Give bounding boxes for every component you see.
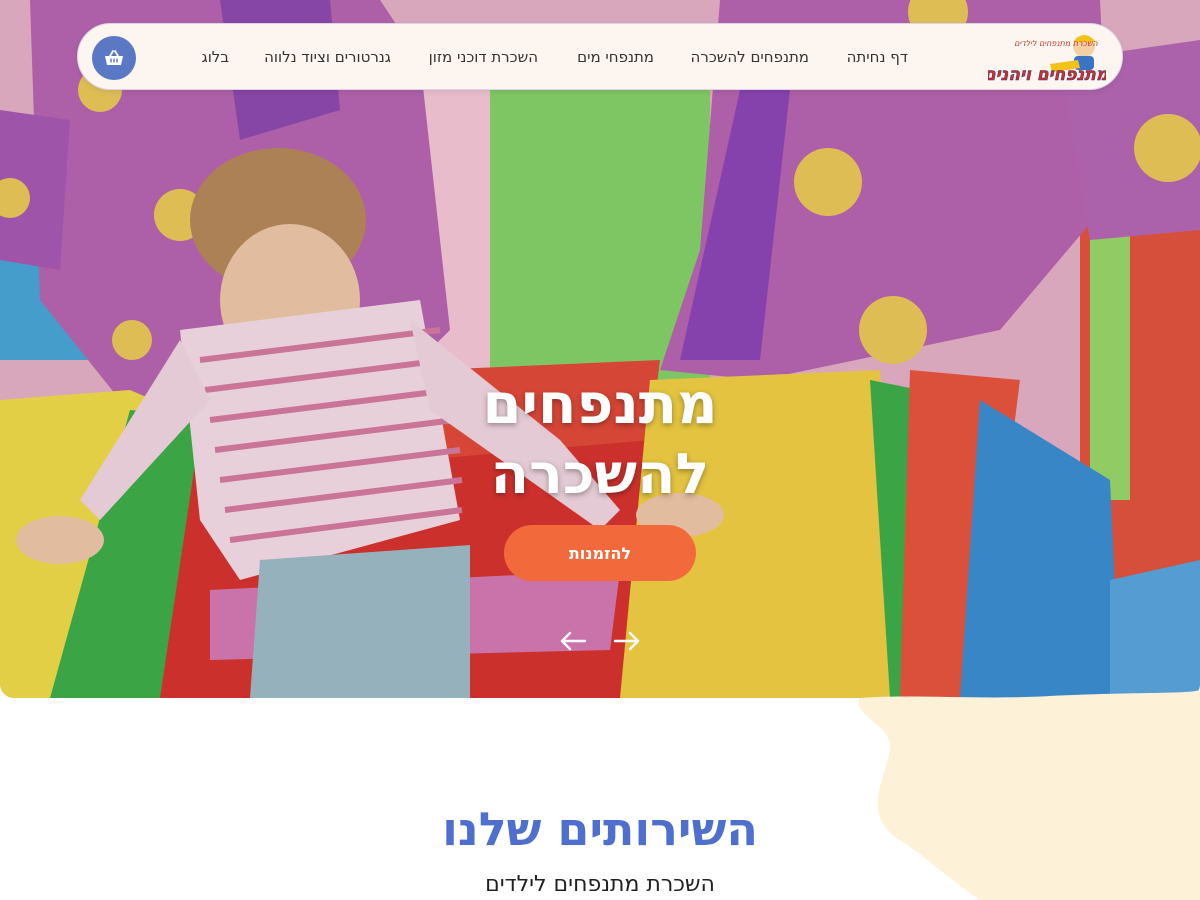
hero-image [0, 0, 1200, 698]
arrow-right-icon [613, 631, 640, 651]
slider-prev-button[interactable] [556, 624, 590, 658]
services-title: השירותים שלנו [442, 802, 758, 856]
hero-title-line-2: להשכרה [490, 442, 710, 507]
cart-button[interactable] [92, 36, 136, 80]
hero-banner: מתנפחים להשכרה להזמנות [0, 0, 1200, 698]
slider-next-button[interactable] [610, 624, 644, 658]
nav-item-blog[interactable]: בלוג [202, 24, 229, 91]
order-button[interactable]: להזמנות [504, 525, 696, 581]
nav-item-landing[interactable]: דף נחיתה [847, 24, 908, 91]
hero-title: מתנפחים להשכרה [400, 370, 800, 510]
site-logo[interactable]: השכרת מתנפחים לילדים מתנפחים ויהנים [984, 30, 1109, 86]
services-subtitle: השכרת מתנפחים לילדים [485, 872, 715, 897]
logo-image: השכרת מתנפחים לילדים מתנפחים ויהנים [984, 35, 1109, 85]
nav-item-food-stands[interactable]: השכרת דוכני מזון [429, 24, 538, 91]
logo-wordmark: מתנפחים ויהנים [988, 65, 1106, 85]
nav-item-inflatables[interactable]: מתנפחים להשכרה [691, 24, 809, 91]
nav-item-water-inflatables[interactable]: מתנפחי מים [577, 24, 654, 91]
basket-icon [105, 50, 123, 65]
logo-tagline: השכרת מתנפחים לילדים [1014, 39, 1098, 48]
page: מתנפחים להשכרה להזמנות השכרת מתנפחים ליל… [0, 0, 1200, 900]
arrow-left-icon [560, 631, 587, 651]
nav-item-generators[interactable]: גנרטורים וציוד נלווה [264, 24, 391, 91]
main-navigation: השכרת מתנפחים לילדים מתנפחים ויהנים דף נ… [77, 23, 1123, 90]
decorative-blob [858, 690, 1200, 900]
hero-title-line-1: מתנפחים [482, 372, 718, 437]
